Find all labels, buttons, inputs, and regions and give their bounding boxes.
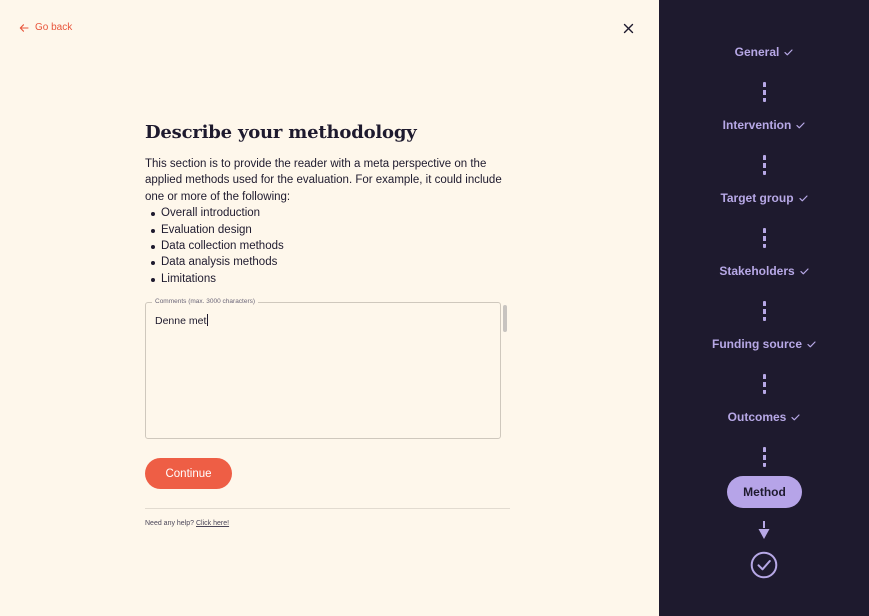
step-outcomes[interactable]: Outcomes	[659, 410, 869, 424]
step-connector	[763, 447, 766, 467]
comments-value[interactable]: Denne met	[155, 314, 209, 327]
step-general[interactable]: General	[659, 45, 869, 59]
content-section: Describe your methodology This section i…	[145, 122, 511, 287]
list-item: Evaluation design	[145, 222, 511, 238]
text-caret	[207, 314, 209, 326]
main-panel: Go back Describe your methodology This s…	[0, 0, 659, 616]
help-label: Need any help?	[145, 520, 195, 527]
step-label: General	[734, 45, 780, 59]
step-connector	[763, 301, 766, 321]
comments-textarea[interactable]: Comments (max. 3000 characters) Denne me…	[145, 298, 501, 439]
step-connector	[763, 228, 766, 248]
list-item: Data analysis methods	[145, 254, 511, 270]
step-label: Stakeholders	[719, 264, 795, 278]
list-item: Overall introduction	[145, 205, 511, 221]
help-link[interactable]: Click here!	[196, 520, 229, 527]
page-title: Describe your methodology	[145, 122, 417, 143]
step-connector	[763, 155, 766, 175]
step-connector	[763, 82, 766, 102]
section-description: This section is to provide the reader wi…	[145, 158, 502, 203]
divider	[145, 508, 510, 509]
progress-sidebar: General Intervention Target group Stakeh…	[659, 0, 869, 616]
step-label: Funding source	[712, 337, 802, 351]
continue-button[interactable]: Continue	[145, 458, 232, 489]
check-icon	[800, 267, 809, 274]
arrow-left-icon	[19, 23, 29, 32]
check-icon	[798, 194, 808, 201]
step-target-group[interactable]: Target group	[659, 191, 869, 205]
step-stakeholders[interactable]: Stakeholders	[659, 264, 869, 278]
check-circle-icon	[750, 551, 778, 579]
step-connector	[763, 374, 766, 394]
go-back-label: Go back	[35, 22, 73, 33]
go-back-link[interactable]: Go back	[19, 22, 72, 33]
arrow-down-icon	[758, 521, 770, 539]
step-intervention[interactable]: Intervention	[659, 118, 869, 132]
check-icon	[791, 413, 800, 420]
step-funding-source[interactable]: Funding source	[659, 337, 869, 351]
comments-text: Denne met	[155, 315, 207, 327]
comments-label: Comments (max. 3000 characters)	[152, 298, 259, 305]
step-label: Intervention	[722, 118, 792, 132]
check-icon	[784, 48, 793, 55]
check-icon	[796, 121, 805, 128]
step-label: Target group	[720, 191, 794, 205]
list-item: Data collection methods	[145, 238, 511, 254]
close-icon[interactable]	[622, 22, 635, 35]
step-method-active[interactable]: Method	[727, 476, 802, 508]
step-label: Outcomes	[727, 410, 787, 424]
list-item: Limitations	[145, 271, 511, 287]
textarea-scrollbar[interactable]	[503, 305, 507, 332]
help-text: Need any help? Click here!	[145, 520, 229, 527]
method-list: Overall introduction Evaluation design D…	[145, 205, 511, 287]
check-icon	[807, 340, 816, 347]
